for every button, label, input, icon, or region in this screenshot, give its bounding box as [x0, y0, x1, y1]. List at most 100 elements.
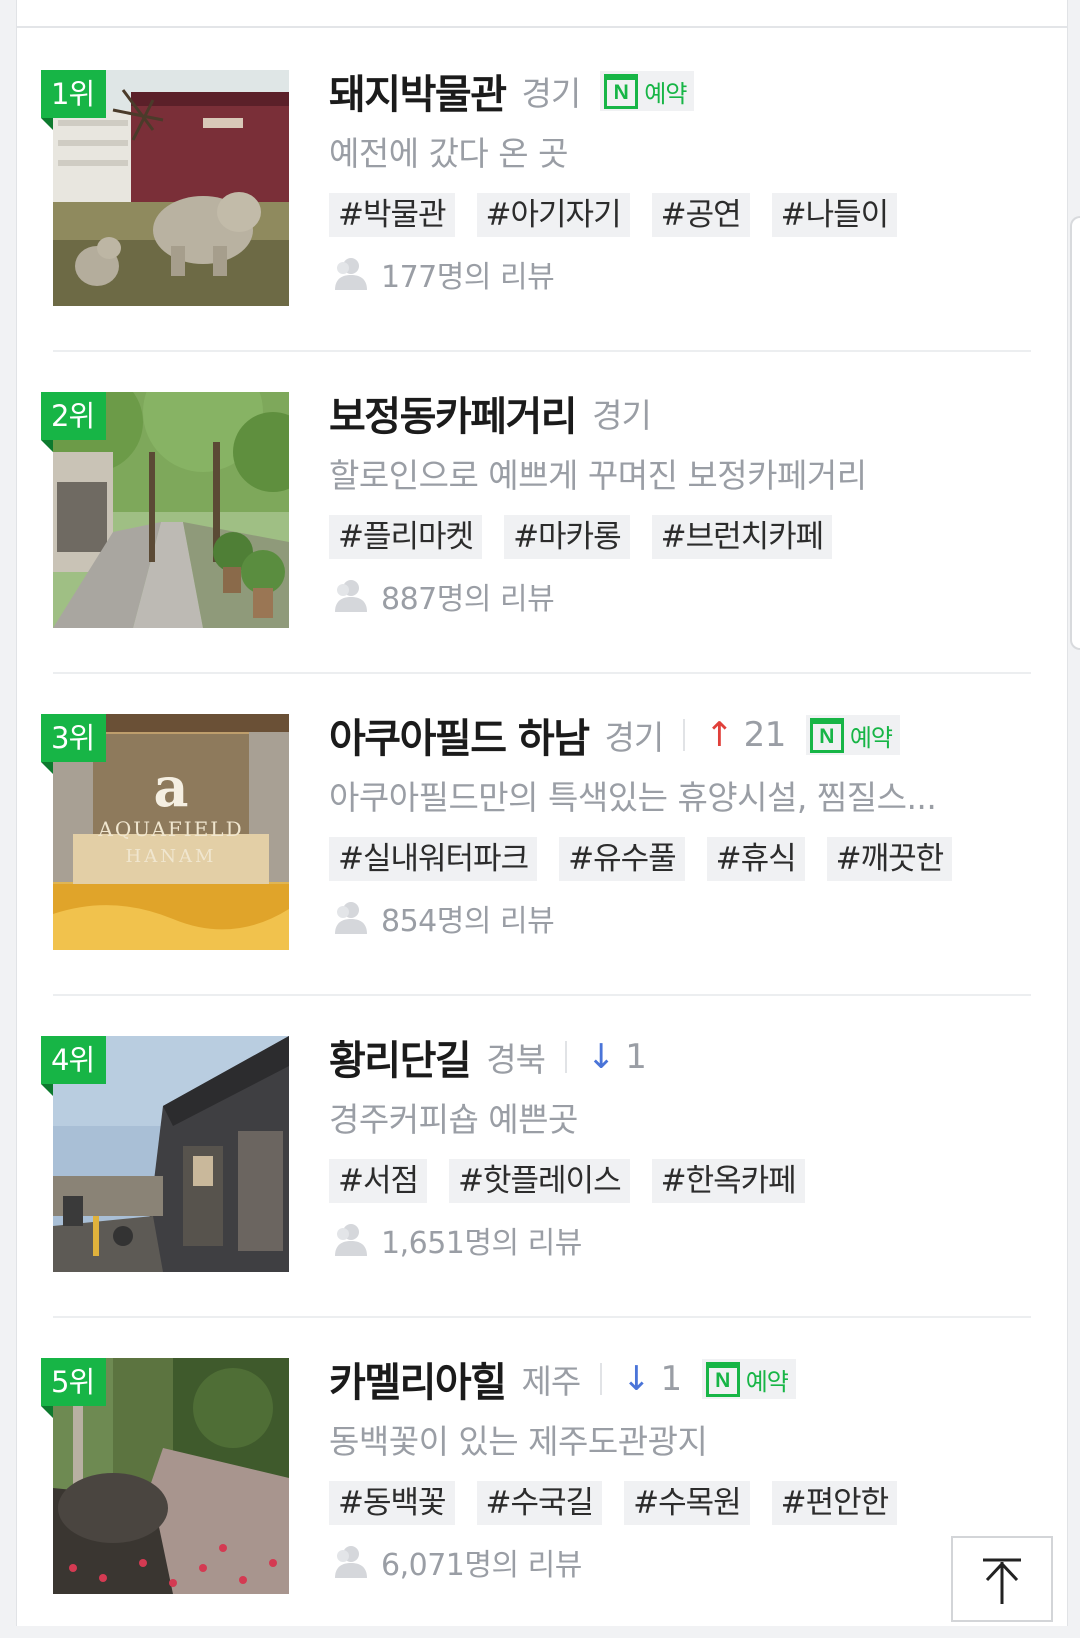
hashtag[interactable]: #서점 — [329, 1159, 428, 1203]
rank-change: ↑ 21 — [705, 715, 786, 755]
review-count-text: 887명의 리뷰 — [381, 582, 555, 617]
hashtag[interactable]: #플리마켓 — [329, 515, 483, 559]
hashtag[interactable]: #박물관 — [329, 193, 455, 237]
ranking-list: 1위 돼지박물관 경기 N 예약 예전에 갔다 온 곳 #박물관 #아기자기 #… — [17, 28, 1067, 1638]
tag-list: #서점 #핫플레이스 #한옥카페 — [329, 1150, 1029, 1212]
rank-change: ↓ 1 — [586, 1037, 647, 1077]
reservation-badge[interactable]: N 예약 — [701, 1359, 796, 1399]
hashtag[interactable]: #한옥카페 — [651, 1159, 805, 1203]
place-name[interactable]: 돼지박물관 — [329, 62, 507, 120]
arrow-up-icon: ↑ — [705, 715, 734, 755]
hashtag[interactable]: #편안한 — [771, 1481, 898, 1525]
place-name[interactable]: 카멜리아힐 — [329, 1350, 507, 1408]
review-count-text: 6,071명의 리뷰 — [381, 1548, 582, 1583]
divider — [683, 719, 686, 751]
hashtag[interactable]: #수목원 — [624, 1481, 750, 1525]
tag-list: #플리마켓 #마카롱 #브런치카페 — [329, 506, 1029, 568]
rank-badge: 3위 — [41, 714, 107, 774]
title-row: 보정동카페거리 경기 — [329, 380, 1029, 446]
hashtag[interactable]: #핫플레이스 — [449, 1159, 630, 1203]
place-description: 아쿠아필드만의 특색있는 휴양시설, 찜질스... — [329, 778, 937, 817]
review-count: 887명의 리뷰 — [329, 568, 1029, 624]
review-count: 1,651명의 리뷰 — [329, 1212, 1029, 1268]
place-name[interactable]: 황리단길 — [329, 1028, 472, 1086]
review-count-text: 177명의 리뷰 — [381, 260, 555, 295]
rank-change: ↓ 1 — [622, 1359, 683, 1399]
list-item[interactable]: 1위 돼지박물관 경기 N 예약 예전에 갔다 온 곳 #박물관 #아기자기 #… — [17, 28, 1067, 350]
hashtag[interactable]: #유수풀 — [559, 837, 685, 881]
list-item[interactable]: 5위 카멜리아힐 제주 ↓ 1 N 예약 동백꽃이 있는 제주도관광지 #동백꽃… — [17, 1316, 1067, 1638]
hashtag[interactable]: #수국길 — [476, 1481, 603, 1525]
item-info: 카멜리아힐 제주 ↓ 1 N 예약 동백꽃이 있는 제주도관광지 #동백꽃 #수… — [329, 1346, 1029, 1590]
place-description: 동백꽃이 있는 제주도관광지 — [329, 1422, 708, 1461]
list-item[interactable]: 2위 보정동카페거리 경기 할로인으로 예쁘게 꾸며진 보정카페거리 #플리마켓… — [17, 350, 1067, 672]
reservation-badge[interactable]: N 예약 — [805, 715, 901, 755]
rank-change-value: 1 — [660, 1359, 683, 1399]
arrow-down-icon: ↓ — [622, 1359, 651, 1399]
aquafield-image-line2: HANAM — [126, 846, 217, 867]
reservation-label: 예약 — [644, 79, 687, 108]
item-info: 아쿠아필드 하남 경기 ↑ 21 N 예약 아쿠아필드만의 특색있는 휴양시설,… — [329, 702, 1029, 946]
naver-calendar-icon: N — [705, 1361, 740, 1397]
rank-badge: 5위 — [41, 1358, 107, 1418]
rank-badge: 4위 — [41, 1036, 107, 1096]
user-icon — [335, 258, 367, 290]
reservation-badge[interactable]: N 예약 — [600, 71, 695, 111]
tag-list: #실내워터파크 #유수풀 #휴식 #깨끗한 — [329, 828, 1029, 890]
user-icon — [335, 1546, 367, 1578]
aquafield-image-line1: AQUAFIELD — [97, 817, 243, 841]
place-name[interactable]: 아쿠아필드 하남 — [329, 706, 590, 764]
hashtag[interactable]: #마카롱 — [504, 515, 630, 559]
review-count: 177명의 리뷰 — [329, 246, 1029, 302]
divider — [564, 1041, 567, 1073]
aquafield-logo-text: a — [154, 755, 189, 819]
naver-calendar-icon: N — [604, 73, 639, 109]
title-row: 카멜리아힐 제주 ↓ 1 N 예약 — [329, 1346, 1029, 1412]
hashtag[interactable]: #나들이 — [771, 193, 898, 237]
list-item[interactable]: a AQUAFIELD HANAM 3위 아쿠아필드 하남 경기 ↑ 21 N — [17, 672, 1067, 994]
item-info: 황리단길 경북 ↓ 1 경주커피숍 예쁜곳 #서점 #핫플레이스 #한옥카페 1… — [329, 1024, 1029, 1268]
tag-list: #박물관 #아기자기 #공연 #나들이 — [329, 184, 1029, 246]
item-info: 보정동카페거리 경기 할로인으로 예쁘게 꾸며진 보정카페거리 #플리마켓 #마… — [329, 380, 1029, 624]
arrow-up-to-top-icon — [983, 1558, 1021, 1604]
ranking-page: 1위 돼지박물관 경기 N 예약 예전에 갔다 온 곳 #박물관 #아기자기 #… — [16, 0, 1068, 1626]
hashtag[interactable]: #공연 — [651, 193, 750, 237]
place-description: 경주커피숍 예쁜곳 — [329, 1100, 578, 1139]
rank-badge: 2위 — [41, 392, 107, 452]
review-count-text: 1,651명의 리뷰 — [381, 1226, 582, 1261]
place-description: 예전에 갔다 온 곳 — [329, 134, 569, 173]
divider — [600, 1363, 603, 1395]
user-icon — [335, 902, 367, 934]
rank-change-value: 21 — [743, 715, 787, 755]
reservation-label: 예약 — [849, 723, 893, 752]
place-name[interactable]: 보정동카페거리 — [329, 384, 578, 442]
arrow-down-icon: ↓ — [586, 1037, 616, 1077]
list-item[interactable]: 4위 황리단길 경북 ↓ 1 경주커피숍 예쁜곳 #서점 #핫플레이스 #한옥카… — [17, 994, 1067, 1316]
region-label: 제주 — [521, 1362, 582, 1401]
region-label: 경기 — [604, 718, 665, 757]
user-icon — [335, 580, 367, 612]
hashtag[interactable]: #아기자기 — [476, 193, 630, 237]
hashtag[interactable]: #동백꽃 — [329, 1481, 455, 1525]
review-count-text: 854명의 리뷰 — [381, 904, 555, 939]
user-icon — [335, 1224, 367, 1256]
scroll-indicator[interactable] — [1070, 216, 1080, 650]
region-label: 경기 — [521, 74, 582, 113]
review-count: 854명의 리뷰 — [329, 890, 1029, 946]
hashtag[interactable]: #휴식 — [706, 837, 805, 881]
hashtag[interactable]: #실내워터파크 — [329, 837, 538, 881]
top-divider — [17, 0, 1067, 28]
title-row: 황리단길 경북 ↓ 1 — [329, 1024, 1029, 1090]
title-row: 돼지박물관 경기 N 예약 — [329, 58, 1029, 124]
region-label: 경북 — [486, 1040, 546, 1079]
region-label: 경기 — [592, 396, 652, 435]
hashtag[interactable]: #브런치카페 — [651, 515, 833, 559]
hashtag[interactable]: #깨끗한 — [826, 837, 953, 881]
title-row: 아쿠아필드 하남 경기 ↑ 21 N 예약 — [329, 702, 1029, 768]
reservation-label: 예약 — [745, 1367, 789, 1396]
rank-change-value: 1 — [625, 1037, 647, 1077]
tag-list: #동백꽃 #수국길 #수목원 #편안한 — [329, 1472, 1029, 1534]
scroll-to-top-button[interactable] — [951, 1536, 1053, 1622]
naver-calendar-icon: N — [809, 717, 844, 753]
place-description: 할로인으로 예쁘게 꾸며진 보정카페거리 — [329, 456, 867, 495]
